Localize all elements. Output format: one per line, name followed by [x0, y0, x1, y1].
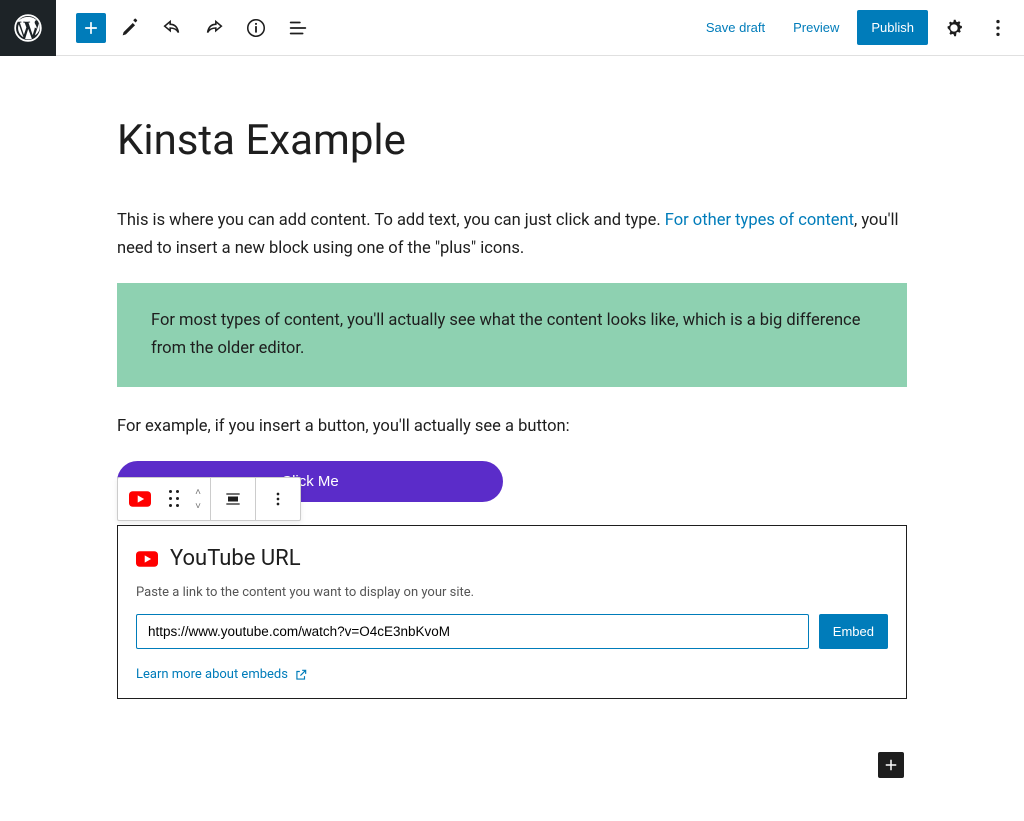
align-icon [223, 489, 243, 509]
publish-button[interactable]: Publish [857, 10, 928, 45]
save-draft-button[interactable]: Save draft [696, 12, 775, 43]
plus-icon [882, 756, 900, 774]
pencil-icon [119, 17, 141, 39]
more-options-button[interactable] [980, 10, 1016, 46]
learn-more-link[interactable]: Learn more about embeds [136, 667, 308, 682]
block-toolbar: ˄ ˅ [117, 477, 301, 521]
drag-handle[interactable] [162, 477, 186, 521]
wordpress-icon [14, 14, 42, 42]
embed-title: YouTube URL [170, 546, 301, 571]
button-block-wrap: Click Me ˄ ˅ [117, 461, 907, 501]
editor-canvas: Kinsta Example This is where you can add… [117, 56, 907, 699]
embed-header: YouTube URL [136, 546, 888, 571]
toolbar-right-group: Save draft Preview Publish [696, 10, 1016, 46]
embed-url-input[interactable] [136, 614, 809, 649]
undo-button[interactable] [154, 10, 190, 46]
wordpress-logo-button[interactable] [0, 0, 56, 56]
undo-icon [161, 17, 183, 39]
youtube-icon [129, 491, 151, 507]
outline-button[interactable] [280, 10, 316, 46]
embed-description: Paste a link to the content you want to … [136, 585, 888, 600]
toolbar-left-group [56, 10, 316, 46]
drag-icon [169, 490, 180, 508]
settings-button[interactable] [936, 10, 972, 46]
para-2[interactable]: For example, if you insert a button, you… [117, 413, 907, 441]
external-link-icon [294, 668, 308, 682]
align-button[interactable] [211, 477, 255, 521]
callout-text: For most types of content, you'll actual… [151, 311, 860, 358]
more-vertical-icon [987, 17, 1009, 39]
more-vertical-icon [268, 489, 288, 509]
youtube-icon [136, 551, 158, 567]
tools-button[interactable] [112, 10, 148, 46]
callout-block[interactable]: For most types of content, you'll actual… [117, 283, 907, 387]
youtube-embed-block[interactable]: YouTube URL Paste a link to the content … [117, 525, 907, 699]
move-down-button[interactable]: ˅ [186, 499, 210, 513]
block-more-button[interactable] [256, 477, 300, 521]
embed-submit-button[interactable]: Embed [819, 614, 888, 649]
redo-button[interactable] [196, 10, 232, 46]
add-block-button[interactable] [76, 13, 106, 43]
plus-icon [81, 18, 101, 38]
intro-link[interactable]: For other types of content [665, 211, 854, 230]
insert-block-button[interactable] [878, 752, 904, 778]
intro-text-1: This is where you can add content. To ad… [117, 211, 665, 230]
gear-icon [943, 17, 965, 39]
intro-paragraph[interactable]: This is where you can add content. To ad… [117, 207, 907, 263]
learn-more-text: Learn more about embeds [136, 667, 288, 682]
post-title[interactable]: Kinsta Example [117, 116, 907, 165]
editor-toolbar: Save draft Preview Publish [0, 0, 1024, 56]
block-mover: ˄ ˅ [186, 485, 210, 513]
info-icon [245, 17, 267, 39]
preview-button[interactable]: Preview [783, 12, 849, 43]
block-type-button[interactable] [118, 477, 162, 521]
redo-icon [203, 17, 225, 39]
move-up-button[interactable]: ˄ [186, 485, 210, 499]
embed-form: Embed [136, 614, 888, 649]
details-button[interactable] [238, 10, 274, 46]
list-icon [287, 17, 309, 39]
